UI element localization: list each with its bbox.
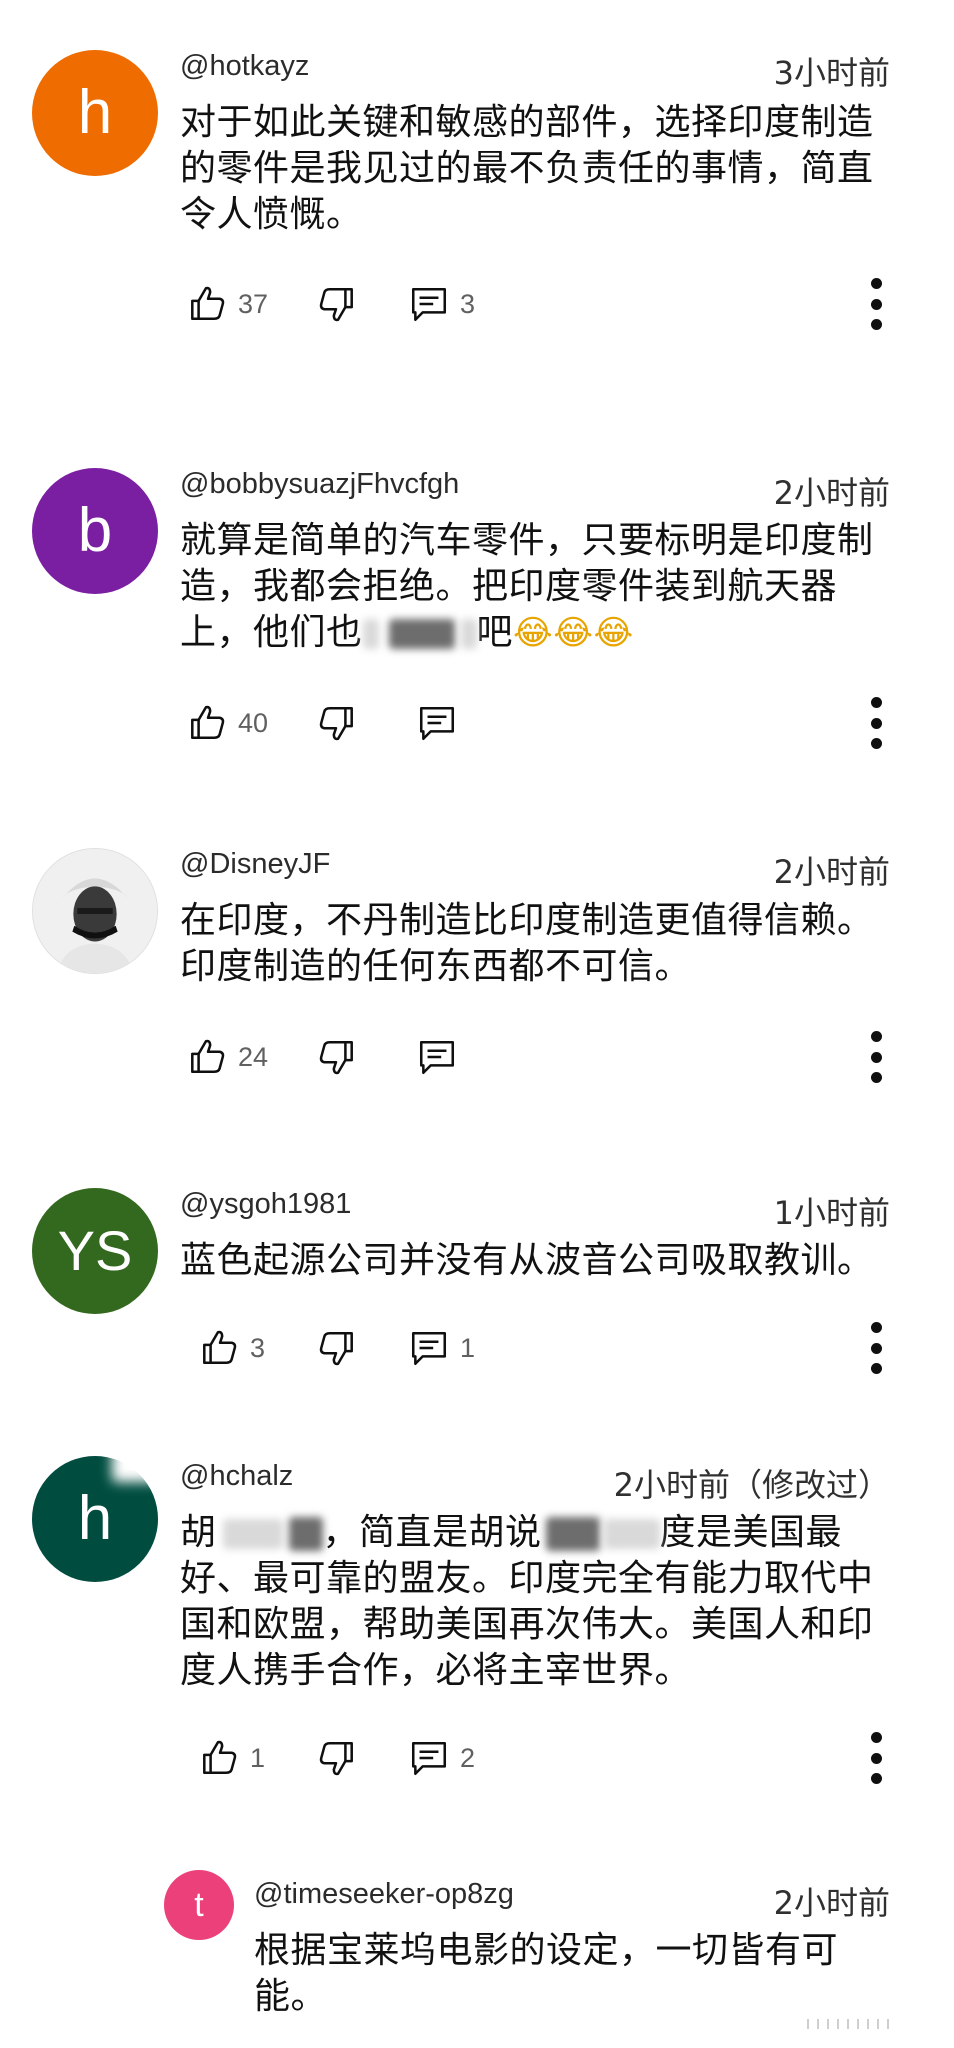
thumbs-down-icon	[316, 1737, 358, 1779]
dislike-button[interactable]	[316, 1320, 358, 1376]
avatar[interactable]: b	[32, 468, 158, 594]
like-count: 3	[250, 1332, 266, 1363]
comment-time: 1小时前	[773, 1194, 890, 1232]
like-button[interactable]: 3	[198, 1320, 265, 1376]
avatar-photo	[33, 849, 157, 973]
comment-actions: 37 3	[0, 276, 954, 332]
redacted-text	[545, 1517, 600, 1551]
avatar-letter: h	[77, 1484, 113, 1553]
comment-actions: 1 2	[0, 1730, 954, 1786]
dislike-button[interactable]	[316, 695, 358, 751]
avatar-letter: h	[77, 78, 113, 147]
thumbs-down-icon	[316, 702, 358, 744]
like-button[interactable]: 37	[186, 276, 268, 332]
dislike-button[interactable]	[316, 276, 358, 332]
redacted-text	[460, 619, 477, 649]
comment-author[interactable]: @hotkayz	[180, 50, 309, 83]
comment-author[interactable]: @ysgoh1981	[180, 1188, 351, 1221]
avatar-letter: b	[77, 496, 113, 565]
avatar-letter: YS	[57, 1219, 133, 1282]
redacted-overlay	[112, 1448, 160, 1482]
redacted-text	[362, 619, 379, 649]
comment-time: 2小时前	[773, 1884, 890, 1922]
reply-button[interactable]: 3	[408, 276, 475, 332]
reply-button[interactable]	[416, 695, 458, 751]
comment-text-part: 吧	[476, 612, 514, 653]
redacted-text	[222, 1519, 283, 1549]
like-count: 40	[238, 707, 269, 738]
thumbs-up-icon	[186, 1036, 228, 1078]
like-button[interactable]: 40	[186, 695, 268, 751]
reply-count: 2	[460, 1742, 476, 1773]
comment-author[interactable]: @hchalz	[180, 1460, 293, 1493]
thumbs-up-icon	[186, 702, 228, 744]
avatar-letter: t	[194, 1886, 204, 1924]
avatar[interactable]: h	[32, 50, 158, 176]
like-button[interactable]: 24	[186, 1029, 268, 1085]
comment-actions: 3 1	[0, 1320, 954, 1376]
more-vertical-icon[interactable]	[856, 1320, 896, 1376]
more-vertical-icon[interactable]	[856, 1730, 896, 1786]
comment-time: 2小时前	[773, 474, 890, 512]
more-vertical-icon[interactable]	[856, 276, 896, 332]
comment-text: 蓝色起源公司并没有从波音公司吸取教训。	[180, 1240, 874, 1281]
reply-comment-icon	[408, 1737, 450, 1779]
comment-actions: 24	[0, 1029, 954, 1085]
comment-time: 3小时前	[773, 54, 890, 92]
thumbs-down-icon	[316, 1036, 358, 1078]
comment-time: 2小时前（修改过）	[613, 1466, 890, 1504]
reply-comment-icon	[416, 1036, 458, 1078]
comment-text: 胡，简直是胡说 度是美国最好、最可靠的盟友。印度完全有能力取代中国和欧盟，帮助美国…	[180, 1510, 890, 1694]
comment-text-part: 胡	[180, 1512, 217, 1553]
comment-author[interactable]: @bobbysuazjFhvcfgh	[180, 468, 459, 501]
redacted-text	[603, 1519, 660, 1549]
comment-text: 在印度，不丹制造比印度制造更值得信赖。印度制造的任何东西都不可信。	[180, 900, 874, 987]
like-button[interactable]: 1	[198, 1730, 265, 1786]
like-count: 24	[238, 1041, 269, 1072]
dislike-button[interactable]	[316, 1029, 358, 1085]
thumbs-up-icon	[198, 1327, 240, 1369]
comment-author[interactable]: @timeseeker-op8zg	[254, 1878, 514, 1911]
thumbs-up-icon	[198, 1737, 240, 1779]
like-count: 1	[250, 1742, 266, 1773]
thumbs-up-icon	[186, 283, 228, 325]
thumbs-down-icon	[316, 1327, 358, 1369]
comment-text-part: ，简直是胡说	[322, 1512, 542, 1553]
emoji-laugh: 😂😂😂	[513, 613, 634, 653]
thumbs-down-icon	[316, 283, 358, 325]
comment-text: 根据宝莱坞电影的设定，一切皆有可能。	[254, 1930, 839, 2017]
avatar[interactable]	[32, 848, 158, 974]
comment-text: 就算是简单的汽车零件，只要标明是印度制造，我都会拒绝。把印度零件装到航天器上，他…	[180, 518, 890, 656]
reply-comment-icon	[408, 1327, 450, 1369]
reply-button[interactable]: 1	[408, 1320, 475, 1376]
redacted-text	[288, 1517, 323, 1551]
comment-time: 2小时前	[773, 853, 890, 891]
comment-author[interactable]: @DisneyJF	[180, 848, 330, 881]
reply-comment-icon	[416, 702, 458, 744]
comment-actions: 40	[0, 695, 954, 751]
redacted-text	[388, 619, 455, 649]
avatar[interactable]: YS	[32, 1188, 158, 1314]
avatar[interactable]: t	[164, 1870, 234, 1940]
reply-button[interactable]	[416, 1029, 458, 1085]
reply-count: 3	[460, 288, 476, 319]
corner-mark	[804, 2016, 924, 2030]
comment-text: 对于如此关键和敏感的部件，选择印度制造的零件是我见过的最不负责任的事情，简直令人…	[180, 102, 874, 235]
reply-count: 1	[460, 1332, 476, 1363]
reply-button[interactable]: 2	[408, 1730, 475, 1786]
more-vertical-icon[interactable]	[856, 695, 896, 751]
more-vertical-icon[interactable]	[856, 1029, 896, 1085]
like-count: 37	[238, 288, 269, 319]
reply-comment-icon	[408, 283, 450, 325]
dislike-button[interactable]	[316, 1730, 358, 1786]
